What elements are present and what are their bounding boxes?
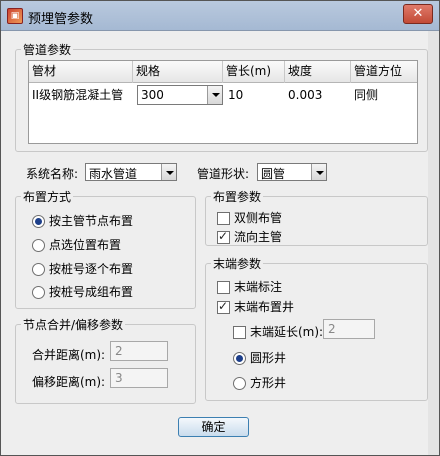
title-bar[interactable]: ▣ 预埋管参数 ✕ <box>1 1 439 31</box>
cell-material[interactable]: II级钢筋混凝土管 <box>29 83 133 108</box>
app-icon: ▣ <box>7 8 23 24</box>
merge-distance-value: 2 <box>115 344 123 358</box>
ok-button[interactable]: 确定 <box>178 417 249 437</box>
offset-distance-input[interactable]: 3 <box>110 368 168 388</box>
col-header-length[interactable]: 管长(m) <box>223 61 285 83</box>
spec-select[interactable]: 300 <box>137 85 223 105</box>
node-merge-title: 节点合并/偏移参数 <box>21 316 126 333</box>
layout-params-title: 布置参数 <box>211 188 264 205</box>
system-name-value: 雨水管道 <box>89 167 138 181</box>
cell-orientation[interactable]: 同侧 <box>351 83 419 108</box>
radio-layout-point-pick[interactable]: 点选位置布置 <box>32 237 121 253</box>
end-params-title: 末端参数 <box>211 255 264 272</box>
window-title: 预埋管参数 <box>28 12 94 27</box>
spec-value: 300 <box>141 88 164 102</box>
col-header-orientation[interactable]: 管道方位 <box>351 61 419 83</box>
col-header-slope[interactable]: 坡度 <box>285 61 351 83</box>
end-extend-input[interactable]: 2 <box>323 319 375 339</box>
col-header-material[interactable]: 管材 <box>29 61 133 83</box>
node-merge-group: 节点合并/偏移参数 <box>15 316 196 404</box>
radio-well-square[interactable]: 方形井 <box>233 375 286 391</box>
checkbox-flow-direction[interactable]: 流向主管 <box>217 228 282 245</box>
end-extend-value: 2 <box>328 322 336 336</box>
pipe-shape-select[interactable]: 圆管 <box>257 163 327 181</box>
radio-layout-main-node[interactable]: 按主管节点布置 <box>32 213 133 229</box>
pipe-shape-label: 管道形状: <box>197 167 250 181</box>
table-row[interactable]: II级钢筋混凝土管 300 10 0.003 同侧 <box>29 83 417 108</box>
radio-layout-station-group[interactable]: 按桩号成组布置 <box>32 284 133 300</box>
pipe-shape-value: 圆管 <box>261 167 286 181</box>
chevron-down-icon[interactable] <box>207 86 222 104</box>
checkbox-end-well[interactable]: 末端布置井 <box>217 298 294 315</box>
col-header-spec[interactable]: 规格 <box>133 61 223 83</box>
pipe-params-title: 管道参数 <box>21 41 74 58</box>
radio-layout-station-single[interactable]: 按桩号逐个布置 <box>32 261 133 277</box>
checkbox-end-mark[interactable]: 末端标注 <box>217 279 282 295</box>
system-name-select[interactable]: 雨水管道 <box>85 163 177 181</box>
checkbox-double-side[interactable]: 双侧布管 <box>217 210 282 226</box>
layout-mode-title: 布置方式 <box>21 188 74 205</box>
pipe-table: 管材 规格 管长(m) 坡度 管道方位 II级钢筋混凝土管 300 10 0.0… <box>28 60 418 144</box>
cell-length[interactable]: 10 <box>225 83 285 108</box>
system-name-label: 系统名称: <box>26 167 79 181</box>
chevron-down-icon[interactable] <box>161 164 176 180</box>
chevron-down-icon[interactable] <box>311 164 326 180</box>
checkbox-end-extend[interactable]: 末端延长(m): <box>233 324 323 340</box>
cell-slope[interactable]: 0.003 <box>285 83 351 108</box>
close-button[interactable]: ✕ <box>403 4 433 24</box>
side-strip <box>428 31 439 455</box>
table-header: 管材 规格 管长(m) 坡度 管道方位 <box>29 61 417 83</box>
offset-distance-value: 3 <box>115 371 123 385</box>
merge-distance-input[interactable]: 2 <box>110 341 168 361</box>
merge-distance-label: 合并距离(m): <box>32 348 106 362</box>
offset-distance-label: 偏移距离(m): <box>32 375 106 389</box>
radio-well-round[interactable]: 圆形井 <box>233 350 286 366</box>
dialog-window: ▣ 预埋管参数 ✕ 管道参数 管材 规格 管长(m) 坡度 管道方位 II级钢筋… <box>0 0 440 456</box>
